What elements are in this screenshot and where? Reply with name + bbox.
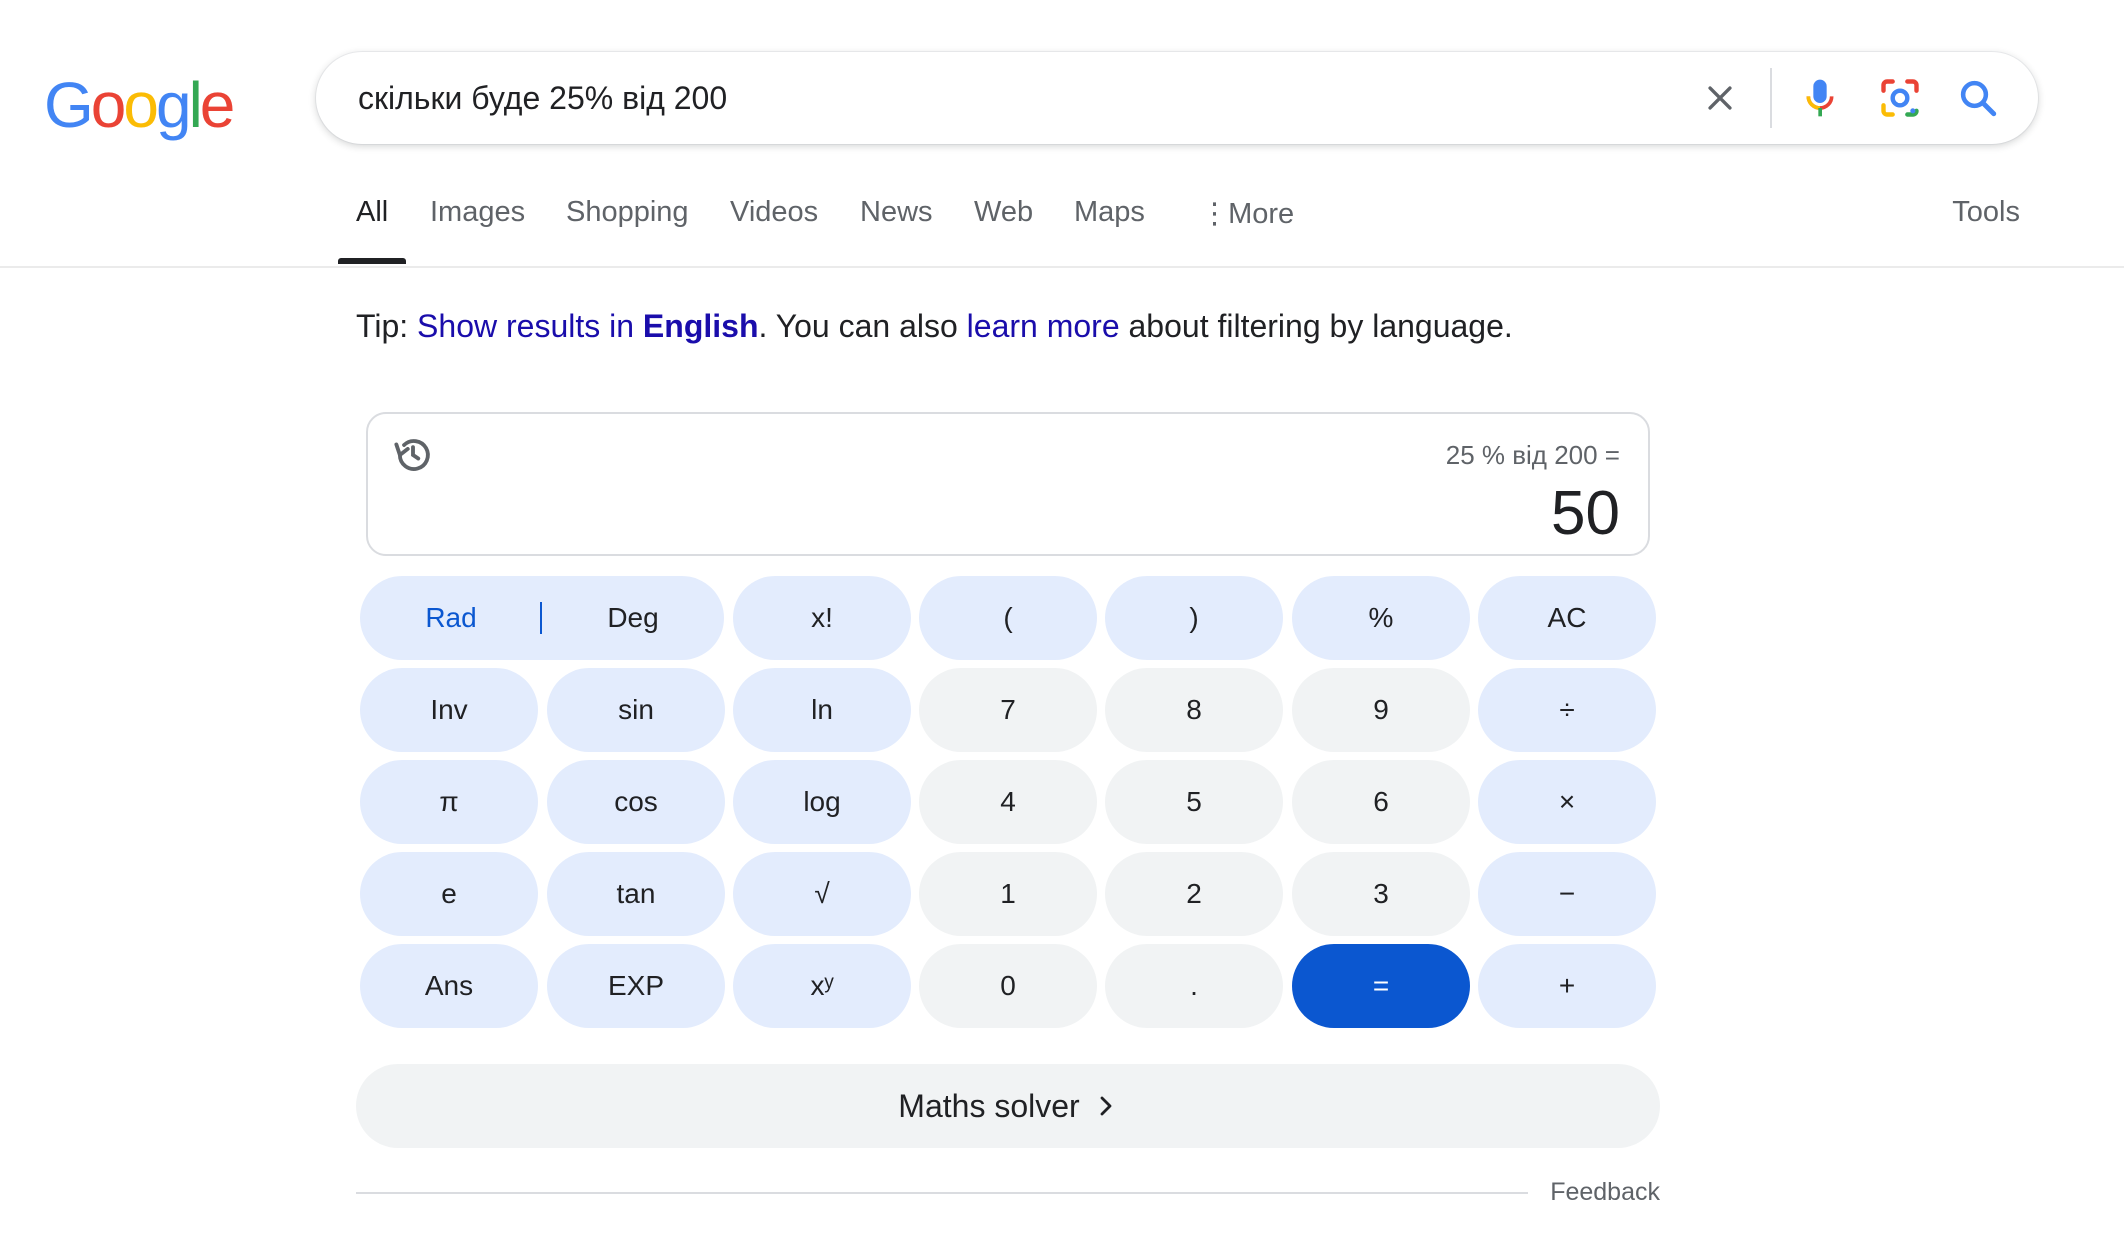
- tab-label: Videos: [730, 196, 819, 228]
- key-e[interactable]: e: [360, 852, 538, 936]
- learn-more-link[interactable]: learn more: [967, 308, 1120, 344]
- tab-shopping[interactable]: Shopping: [566, 196, 689, 264]
- key-1[interactable]: 1: [919, 852, 1097, 936]
- mic-icon[interactable]: [1798, 76, 1842, 120]
- key-inv[interactable]: Inv: [360, 668, 538, 752]
- close-icon[interactable]: [1698, 76, 1742, 120]
- key-8[interactable]: 8: [1105, 668, 1283, 752]
- more-vert-icon: ⋮: [1200, 198, 1229, 230]
- lens-icon[interactable]: [1878, 76, 1922, 120]
- tab-label: Web: [974, 196, 1034, 228]
- key-3[interactable]: 3: [1292, 852, 1470, 936]
- key-7[interactable]: 7: [919, 668, 1097, 752]
- key-power[interactable]: xʸ: [733, 944, 911, 1028]
- key-open-paren[interactable]: (: [919, 576, 1097, 660]
- calculator-result: 50: [1551, 479, 1620, 548]
- maths-solver-button[interactable]: Maths solver: [356, 1064, 1660, 1148]
- key-2[interactable]: 2: [1105, 852, 1283, 936]
- key-divide[interactable]: ÷: [1478, 668, 1656, 752]
- key-close-paren[interactable]: ): [1105, 576, 1283, 660]
- key-multiply[interactable]: ×: [1478, 760, 1656, 844]
- deg-button[interactable]: Deg: [542, 576, 724, 660]
- google-logo[interactable]: Google: [44, 68, 236, 142]
- tabs-divider: [0, 266, 2124, 268]
- key-ans[interactable]: Ans: [360, 944, 538, 1028]
- key-4[interactable]: 4: [919, 760, 1097, 844]
- tab-images[interactable]: Images: [430, 196, 525, 264]
- rad-deg-toggle: Rad Deg: [360, 576, 724, 660]
- tip-prefix: Tip:: [356, 308, 418, 344]
- logo-letter: e: [199, 69, 236, 141]
- tip-link-language: English: [642, 308, 759, 344]
- key-percent[interactable]: %: [1292, 576, 1470, 660]
- show-results-english-link[interactable]: Show results in English: [417, 308, 758, 344]
- tab-all[interactable]: All: [337, 196, 407, 264]
- tab-web[interactable]: Web: [974, 196, 1033, 264]
- key-sqrt[interactable]: √: [733, 852, 911, 936]
- key-minus[interactable]: −: [1478, 852, 1656, 936]
- calculator-display: 25 % від 200 = 50: [366, 412, 1650, 556]
- key-9[interactable]: 9: [1292, 668, 1470, 752]
- history-icon[interactable]: [390, 432, 436, 478]
- logo-letter: g: [155, 69, 192, 141]
- key-5[interactable]: 5: [1105, 760, 1283, 844]
- rad-button[interactable]: Rad: [360, 576, 542, 660]
- tab-maps[interactable]: Maps: [1074, 196, 1145, 264]
- key-pi[interactable]: π: [360, 760, 538, 844]
- logo-letter: l: [188, 69, 203, 141]
- tip-link-text: Show results in: [417, 308, 643, 344]
- search-box: [316, 52, 2038, 144]
- logo-letter: G: [44, 69, 94, 141]
- search-input[interactable]: [358, 74, 1658, 122]
- language-tip: Tip: Show results in English. You can al…: [356, 308, 1513, 345]
- tab-label: Shopping: [566, 196, 689, 228]
- tab-label: Images: [430, 196, 526, 228]
- feedback-link[interactable]: Feedback: [1550, 1178, 1660, 1207]
- tab-videos[interactable]: Videos: [730, 196, 818, 264]
- tip-suffix: about filtering by language.: [1119, 308, 1513, 344]
- tab-label: News: [860, 196, 933, 228]
- key-plus[interactable]: +: [1478, 944, 1656, 1028]
- key-0[interactable]: 0: [919, 944, 1097, 1028]
- logo-letter: o: [123, 69, 159, 141]
- logo-letter: o: [90, 69, 127, 141]
- search-divider: [1770, 68, 1772, 128]
- key-equals[interactable]: =: [1292, 944, 1470, 1028]
- key-tan[interactable]: tan: [547, 852, 725, 936]
- key-log[interactable]: log: [733, 760, 911, 844]
- tab-label: More: [1228, 198, 1295, 230]
- chevron-right-icon: [1094, 1092, 1118, 1120]
- tools-label: Tools: [1952, 196, 2020, 228]
- tip-mid: . You can also: [758, 308, 967, 344]
- key-6[interactable]: 6: [1292, 760, 1470, 844]
- key-factorial[interactable]: x!: [733, 576, 911, 660]
- key-decimal[interactable]: .: [1105, 944, 1283, 1028]
- tab-label: Maps: [1074, 196, 1145, 228]
- calculator-expression: 25 % від 200 =: [1445, 440, 1620, 470]
- tab-more[interactable]: ⋮ More: [1200, 196, 1294, 264]
- search-icon[interactable]: [1956, 76, 2000, 120]
- key-cos[interactable]: cos: [547, 760, 725, 844]
- tools-button[interactable]: Tools: [1952, 196, 2020, 229]
- maths-solver-label: Maths solver: [898, 1087, 1080, 1124]
- key-all-clear[interactable]: AC: [1478, 576, 1656, 660]
- key-ln[interactable]: ln: [733, 668, 911, 752]
- tab-news[interactable]: News: [860, 196, 933, 264]
- key-sin[interactable]: sin: [547, 668, 725, 752]
- key-exp[interactable]: EXP: [547, 944, 725, 1028]
- tab-label: All: [356, 196, 389, 228]
- footer-divider: [356, 1192, 1528, 1194]
